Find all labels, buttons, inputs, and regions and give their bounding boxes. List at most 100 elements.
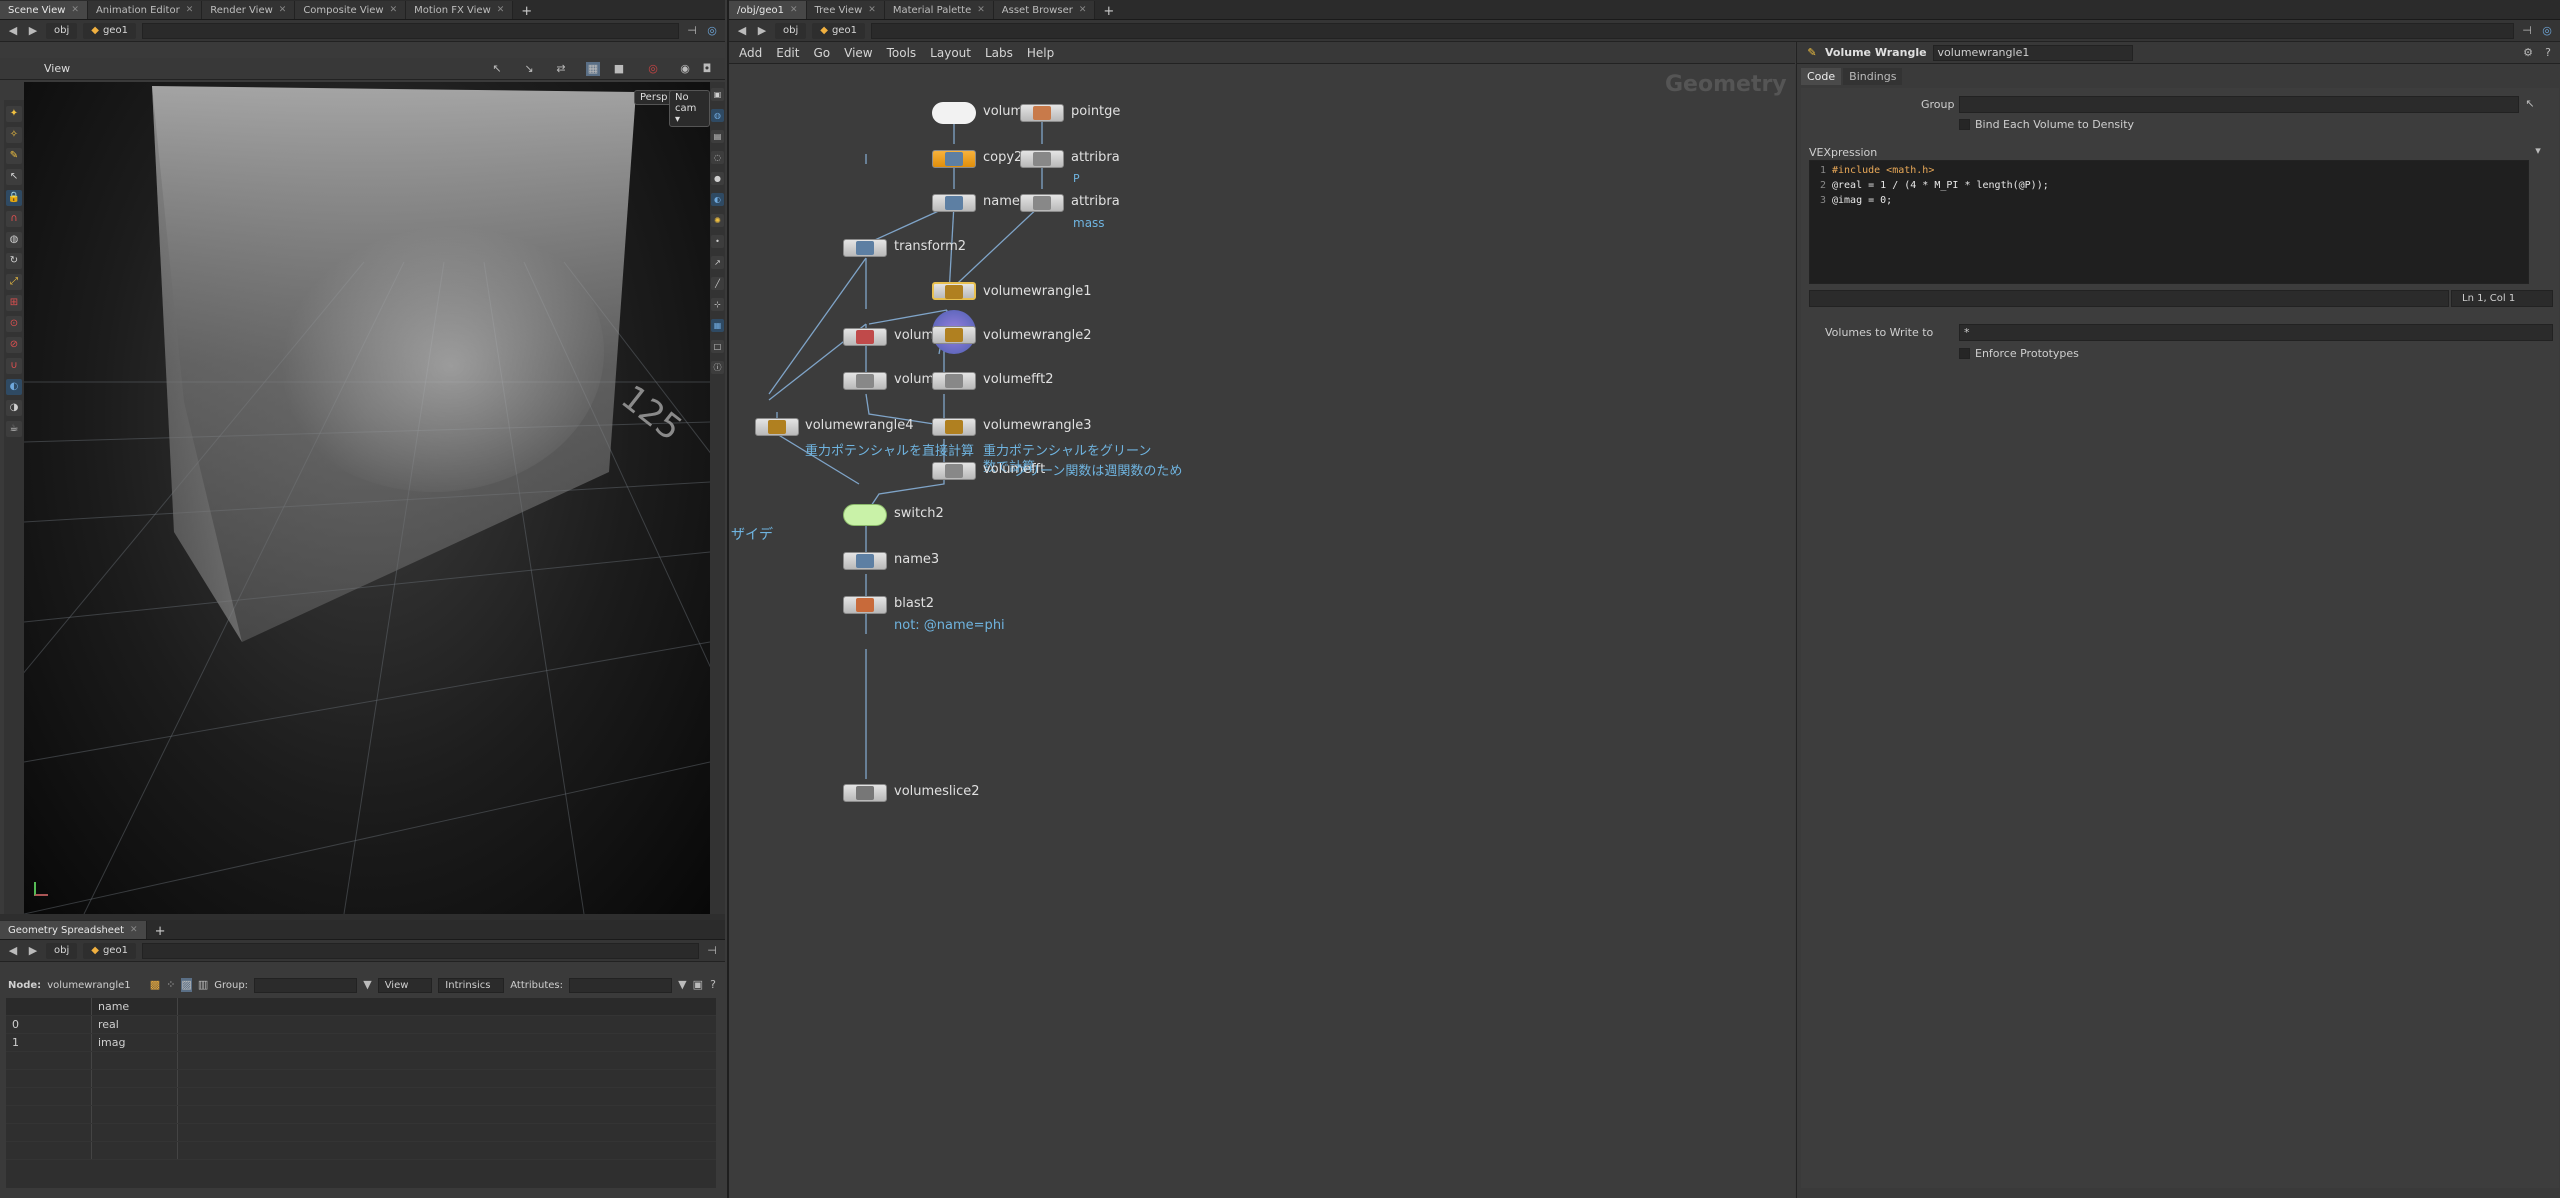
tab-asset-browser[interactable]: Asset Browser ✕ [993, 1, 1096, 19]
node-name-field[interactable]: volumewrangle1 [1932, 44, 2133, 61]
tab-code[interactable]: Code [1801, 68, 1842, 85]
snap-grid-icon[interactable]: ⊞ [6, 295, 22, 311]
point-icon[interactable]: • [711, 235, 724, 248]
tab-geometry-spreadsheet[interactable]: Geometry Spreadsheet ✕ [0, 921, 147, 939]
tab-bindings[interactable]: Bindings [1843, 68, 1903, 85]
group-field[interactable] [254, 977, 358, 993]
lasso-tool-icon[interactable]: ↘ [522, 62, 536, 76]
sphere-icon[interactable]: ● [711, 172, 724, 185]
tab-close-icon[interactable]: ✕ [279, 5, 287, 15]
node-switch2[interactable] [843, 504, 887, 526]
pin-icon[interactable]: ⊣ [685, 24, 699, 38]
ghost-icon[interactable]: ◌ [711, 151, 724, 164]
bind-checkbox[interactable] [1959, 119, 1970, 130]
node-volume2[interactable] [932, 102, 976, 124]
gear-icon[interactable]: ⚙ [2521, 46, 2535, 60]
square-icon[interactable]: ■ [612, 62, 626, 76]
back-arrow-icon[interactable]: ◀ [6, 944, 20, 958]
tab-render-view[interactable]: Render View ✕ [202, 1, 296, 19]
tab-network-path[interactable]: /obj/geo1 ✕ [729, 1, 807, 19]
path-crumb-obj[interactable]: obj [46, 942, 78, 959]
node-name2[interactable] [932, 194, 976, 212]
node-attrib1[interactable] [1020, 150, 1064, 168]
path-crumb-obj[interactable]: obj [46, 22, 78, 39]
tab-close-icon[interactable]: ✕ [497, 5, 505, 15]
node-volumewrangle1[interactable] [932, 282, 976, 300]
link-icon[interactable]: ◎ [2540, 24, 2554, 38]
scale-tool-icon[interactable]: ⤢ [6, 274, 22, 290]
path-crumb-geo[interactable]: ◆ geo1 [812, 22, 865, 39]
tab-material-palette[interactable]: Material Palette ✕ [884, 1, 994, 19]
view-dropdown[interactable]: View [377, 977, 433, 993]
node-volumewrangle3[interactable] [932, 418, 976, 436]
path-field[interactable] [141, 942, 699, 959]
menu-labs[interactable]: Labs [985, 46, 1013, 60]
render-icon[interactable]: ☕ [6, 421, 22, 437]
tab-scene-view[interactable]: Scene View ✕ [0, 1, 88, 19]
node-name3[interactable] [843, 552, 887, 570]
filter-icon[interactable]: ▼ [363, 978, 371, 992]
record-icon[interactable]: ◎ [646, 62, 660, 76]
lock-view-icon[interactable]: ▤ [711, 130, 724, 143]
lock-icon[interactable]: 🔒 [6, 190, 22, 206]
help-icon[interactable]: ? [709, 978, 717, 992]
menu-tools[interactable]: Tools [887, 46, 917, 60]
pose-tool-icon[interactable]: ✧ [6, 127, 22, 143]
node-volumefft3[interactable] [932, 462, 976, 480]
snap-prim-icon[interactable]: ⊘ [6, 337, 22, 353]
node-volumewrangle2[interactable] [932, 326, 976, 344]
path-crumb-obj[interactable]: obj [775, 22, 807, 39]
menu-add[interactable]: Add [739, 46, 762, 60]
table-row[interactable]: 1 imag [6, 1034, 716, 1052]
menu-layout[interactable]: Layout [930, 46, 971, 60]
tab-composite-view[interactable]: Composite View ✕ [295, 1, 407, 19]
wire-icon[interactable]: ▦ [711, 319, 724, 332]
handle-tool-icon[interactable]: ✦ [6, 106, 22, 122]
group-field[interactable] [1959, 96, 2519, 113]
node-blast2[interactable] [843, 596, 887, 614]
menu-help[interactable]: Help [1027, 46, 1054, 60]
normal-icon[interactable]: ↗ [711, 256, 724, 269]
paint-tool-icon[interactable]: ✎ [6, 148, 22, 164]
path-field[interactable] [141, 22, 679, 39]
node-volumewrangle4[interactable] [755, 418, 799, 436]
select-tool-icon[interactable]: ↖ [490, 62, 504, 76]
visibility-icon[interactable]: ◐ [6, 379, 22, 395]
path-crumb-geo[interactable]: ◆ geo1 [83, 942, 136, 959]
magnet-icon[interactable]: ∩ [6, 211, 22, 227]
export-icon[interactable]: ▣ [693, 978, 703, 992]
snapshot-icon[interactable]: ◘ [700, 62, 714, 76]
snap-icon[interactable]: ▦ [586, 62, 600, 76]
light-icon[interactable]: ◍ [711, 109, 724, 122]
snap-magnet-icon[interactable]: ∪ [6, 358, 22, 374]
display-opt-icon[interactable]: ▣ [711, 88, 724, 101]
pin-icon[interactable]: ⊣ [2520, 24, 2534, 38]
tab-close-icon[interactable]: ✕ [977, 5, 985, 15]
node-volumefft2[interactable] [932, 372, 976, 390]
camera-icon[interactable]: ◉ [678, 62, 692, 76]
node-copy2[interactable] [932, 150, 976, 168]
view-tool-icon[interactable]: ◍ [6, 232, 22, 248]
rotate-tool-icon[interactable]: ↻ [6, 253, 22, 269]
vex-menu-icon[interactable]: ▾ [2531, 144, 2545, 158]
enforce-checkbox[interactable] [1959, 348, 1970, 359]
info-icon[interactable]: ⓘ [711, 361, 724, 374]
node-attrib2[interactable] [1020, 194, 1064, 212]
tab-motion-fx-view[interactable]: Motion FX View ✕ [406, 1, 514, 19]
snap-point-icon[interactable]: ⊙ [6, 316, 22, 332]
menu-view[interactable]: View [844, 46, 872, 60]
link-icon[interactable]: ◎ [705, 24, 719, 38]
bbox-icon[interactable]: □ [711, 340, 724, 353]
tab-close-icon[interactable]: ✕ [1079, 5, 1087, 15]
node-volumeslice2[interactable] [843, 784, 887, 802]
add-tab-icon[interactable]: + [1095, 4, 1122, 19]
filter-icon[interactable]: ▼ [678, 978, 686, 992]
forward-arrow-icon[interactable]: ▶ [755, 24, 769, 38]
add-tab-icon[interactable]: + [513, 4, 540, 19]
geometry-icon[interactable]: ▩ [150, 978, 160, 992]
help-icon[interactable]: ? [2541, 46, 2555, 60]
edge-icon[interactable]: ╱ [711, 277, 724, 290]
vertex-icon[interactable]: ⊹ [711, 298, 724, 311]
path-crumb-geo[interactable]: ◆ geo1 [83, 22, 136, 39]
back-arrow-icon[interactable]: ◀ [6, 24, 20, 38]
